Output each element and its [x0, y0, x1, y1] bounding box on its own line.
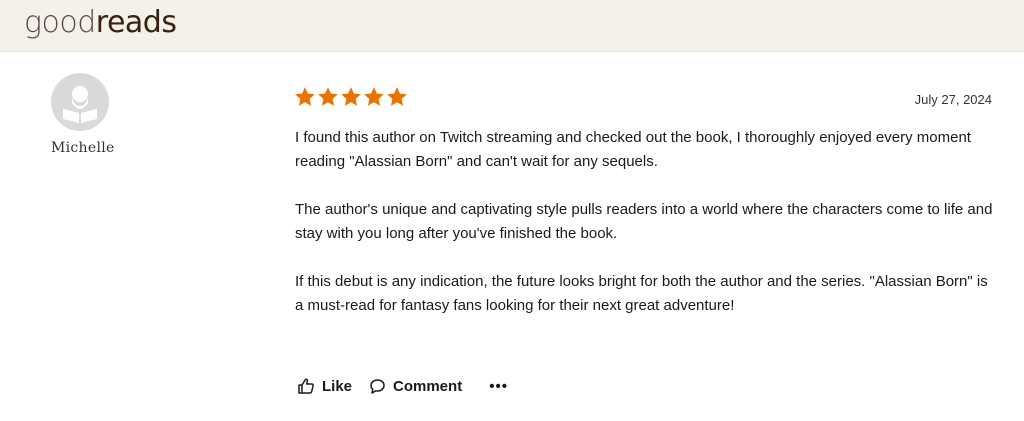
review-date[interactable]: July 27, 2024: [915, 92, 992, 107]
star-icon: [341, 87, 361, 106]
comment-label: Comment: [393, 377, 463, 395]
thumbs-up-icon: [298, 378, 314, 394]
more-options-button[interactable]: •••: [489, 378, 508, 395]
star-icon: [387, 87, 407, 106]
star-icon: [295, 87, 315, 106]
review-paragraph: I found this author on Twitch streaming …: [295, 129, 971, 170]
logo-part-light: good: [24, 5, 96, 40]
like-label: Like: [322, 377, 353, 395]
star-icon: [318, 87, 338, 106]
review-text: I found this author on Twitch streaming …: [295, 126, 995, 342]
review-actions: Like Comment •••: [297, 377, 508, 395]
goodreads-logo[interactable]: goodreads: [24, 5, 177, 41]
reviewer-avatar[interactable]: [51, 73, 109, 131]
comment-button[interactable]: Comment: [369, 378, 462, 395]
reader-avatar-icon: [51, 73, 109, 131]
review-paragraph: If this debut is any indication, the fut…: [295, 273, 988, 314]
like-button[interactable]: Like: [297, 377, 352, 395]
reviewer-name[interactable]: Michelle: [51, 140, 115, 156]
comment-bubble-icon: [370, 378, 385, 394]
star-icon: [364, 87, 384, 106]
site-header: goodreads: [0, 0, 1024, 52]
review-paragraph: The author's unique and captivating styl…: [295, 201, 993, 242]
logo-part-bold: reads: [95, 5, 177, 40]
star-rating: [294, 86, 408, 108]
